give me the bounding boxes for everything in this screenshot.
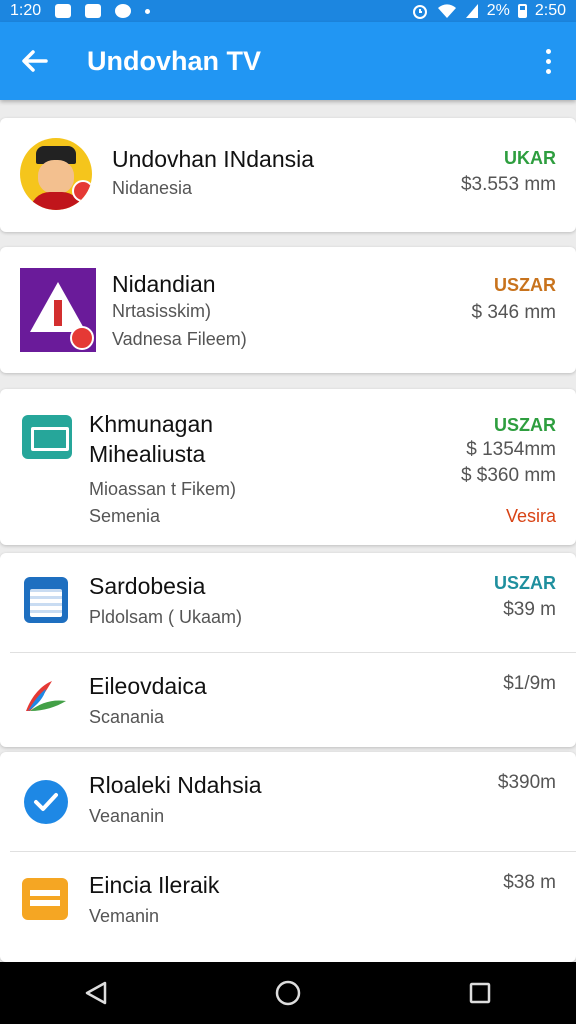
nav-home-button[interactable] [258,962,318,1024]
list-item[interactable]: Eincia Ileraik Vemanin $38 m [0,852,576,952]
overflow-menu-button[interactable] [520,22,576,100]
item-price: $3.553 mm [460,174,556,195]
chat-icon [115,4,132,18]
item-subtitle: Nrtasisskim) [112,301,211,321]
camera-icon [85,4,102,18]
list-item[interactable]: Rloaleki Ndahsia Veananin $390m [0,752,576,852]
triangle-back-icon [85,981,107,1005]
card-icon [22,415,72,459]
item-tag: USZAR [494,415,556,435]
item-title: Rloaleki Ndahsia [89,772,262,798]
nav-back-button[interactable] [66,962,126,1024]
item-title: Khmunagan [89,411,214,437]
more-vert-icon [545,48,551,54]
circle-home-icon [275,980,301,1006]
list-item[interactable]: Nidandian Nrtasisskim) Vadnesa Fileem) U… [0,247,576,373]
item-subtitle: Vemanin [89,906,160,926]
more-vert-dot [545,58,551,64]
item-subtitle-2: Semenia [89,506,161,526]
item-title-line2: Mihealiusta [89,441,206,467]
signal-icon [465,4,478,18]
list-item[interactable]: Khmunagan Mihealiusta Mioassan t Fikem) … [0,389,576,545]
back-button[interactable] [0,22,70,100]
list-item[interactable]: Undovhan INdansia Nidanesia UKAR $3.553 … [0,118,576,232]
battery-percent: 2% [486,2,510,19]
dot-icon [145,8,151,14]
item-subtitle: Veananin [89,806,165,826]
item-price-2: $ $360 mm [460,465,556,486]
page-title: Undovhan TV [87,45,261,76]
item-tag: UKAR [504,148,556,168]
check-icon [34,793,58,811]
list-group: Sardobesia Pldolsam ( Ukaam) USZAR $39 m… [0,553,576,747]
alarm-icon [412,5,427,19]
item-title: Nidandian [112,271,216,297]
item-price: $38 m [503,872,556,893]
check-circle-icon [24,780,68,824]
system-nav-bar [0,962,576,1024]
feather-icon [26,681,66,711]
item-price: $ 1354mm [466,439,556,460]
item-price: $1/9m [503,673,556,694]
badge-icon [72,180,92,202]
item-price: $ 346 mm [471,302,556,323]
battery-icon [517,4,527,18]
app-bar: Undovhan TV [0,22,576,100]
item-subtitle: Pldolsam ( Ukaam) [89,607,243,627]
badge-icon [70,326,94,350]
arrow-left-icon [22,50,48,72]
item-title: Sardobesia [89,573,206,599]
status-time-left: 1:20 [10,2,42,19]
calendar-icon [24,577,68,623]
status-bar: 1:20 2% 2:50 [0,0,576,22]
mark-shape [54,300,62,326]
wallet-icon [22,878,68,920]
item-tag: USZAR [494,573,556,593]
item-title: Eincia Ileraik [89,872,220,898]
status-time-right: 2:50 [534,2,566,19]
item-subtitle: Scanania [89,707,165,727]
item-title: Undovhan INdansia [112,146,315,172]
square-recent-icon [469,982,491,1004]
face-shape [38,160,74,194]
wifi-icon [437,4,456,18]
avatar [20,138,92,210]
item-tag: USZAR [494,275,556,295]
item-price: $390m [497,772,556,793]
nav-recent-button[interactable] [450,962,510,1024]
poster-icon [20,268,96,352]
item-subtitle-2: Vadnesa Fileem) [112,329,247,349]
item-price: $39 m [503,599,556,620]
item-status: Vesira [505,506,556,526]
notification-icon [55,4,72,18]
list-group: Rloaleki Ndahsia Veananin $390m Eincia I… [0,752,576,962]
list-item[interactable]: Eileovdaica Scanania $1/9m [0,653,576,747]
item-subtitle: Mioassan t Fikem) [89,479,237,499]
list-item[interactable]: Sardobesia Pldolsam ( Ukaam) USZAR $39 m [0,553,576,653]
item-subtitle: Nidanesia [112,178,193,198]
more-vert-dot [545,68,551,74]
item-title: Eileovdaica [89,673,207,699]
